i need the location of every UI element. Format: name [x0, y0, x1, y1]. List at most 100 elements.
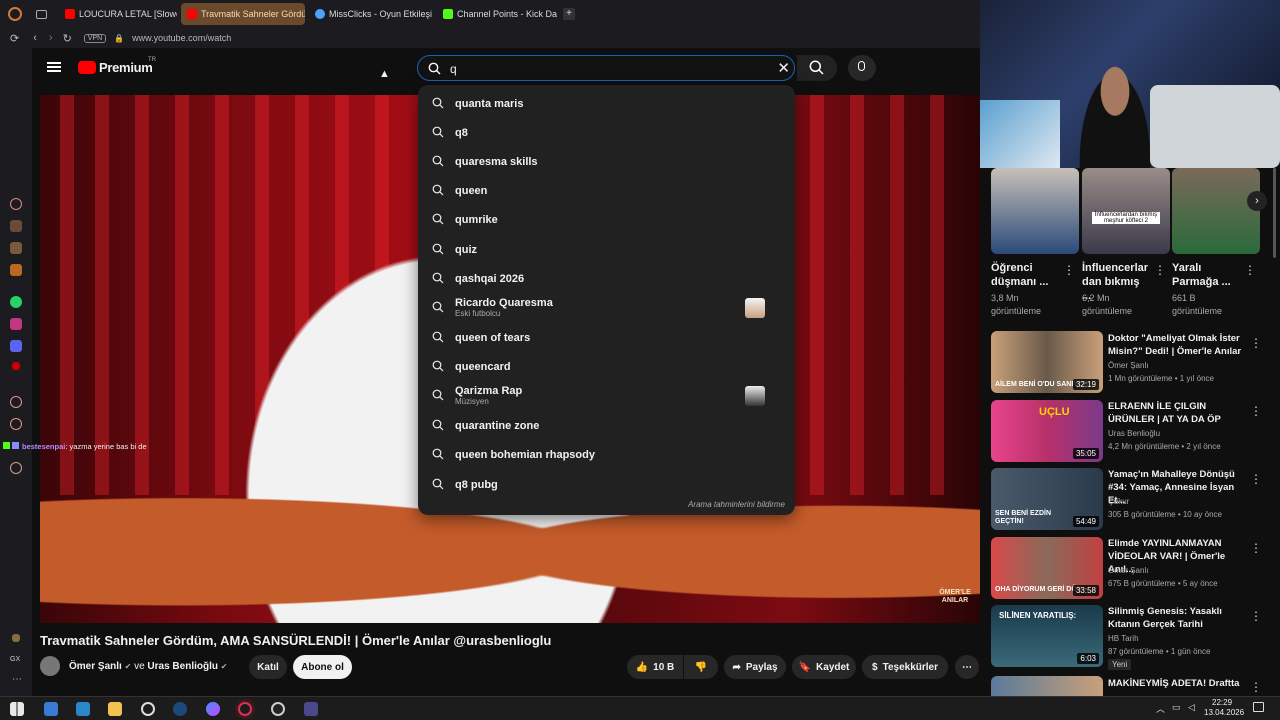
network-icon[interactable]: ▭	[1172, 702, 1181, 713]
video-menu-icon[interactable]: ⋮	[1250, 472, 1262, 486]
save-button[interactable]: 🔖 Kaydet	[792, 655, 856, 679]
suggestion-item[interactable]: quiz	[418, 235, 795, 264]
suggestion-item[interactable]: quarantine zone	[418, 411, 795, 440]
video-menu-icon[interactable]: ⋮	[1250, 541, 1262, 555]
channel-name[interactable]: Uras Benlioğlu	[1108, 429, 1160, 438]
suggestion-item[interactable]: Qarizma Rap Müzisyen	[418, 381, 795, 410]
speed-dial-icon[interactable]	[10, 198, 22, 210]
avatar[interactable]	[40, 656, 60, 676]
suggestion-item[interactable]: quanta maris	[418, 89, 795, 118]
tab-loucura[interactable]: LOUCURA LETAL [Slowed]	[59, 3, 177, 25]
scrollbar[interactable]	[1273, 168, 1276, 258]
shorts-next-button[interactable]: ›	[1247, 191, 1267, 211]
opera-gx-icon[interactable]	[238, 702, 252, 716]
reload-sidebar-icon[interactable]: ⟳	[10, 32, 19, 45]
channel-name[interactable]: Ömer Şanlı	[1108, 566, 1148, 575]
steam-icon[interactable]	[173, 702, 187, 716]
short-thumbnail[interactable]	[1172, 168, 1260, 254]
video-thumbnail[interactable]: AİLEM BENİ O'DU SANIYOR! 32:19	[991, 331, 1103, 393]
obs-icon[interactable]	[271, 702, 285, 716]
channel-link[interactable]: Ömer Şanlı	[69, 661, 122, 672]
more-icon[interactable]: ⋯	[12, 674, 22, 685]
video-thumbnail[interactable]: OHA DİYORUM GERİ DÖN 33:58	[991, 537, 1103, 599]
workspaces-icon[interactable]	[36, 9, 47, 19]
settings-icon[interactable]	[141, 702, 155, 716]
thanks-button[interactable]: $ Teşekkürler	[862, 655, 948, 679]
url-field[interactable]: www.youtube.com/watch	[132, 33, 231, 43]
suggestion-item[interactable]: q8	[418, 118, 795, 147]
video-thumbnail[interactable]: UÇLU 35:05	[991, 400, 1103, 462]
new-tab-button[interactable]: +	[563, 8, 575, 20]
clock-date[interactable]: 13.04.2026	[1204, 708, 1244, 717]
suggestion-item[interactable]: queen of tears	[418, 323, 795, 352]
chat-user[interactable]: bestesenpai	[22, 442, 65, 451]
suggestion-item[interactable]: quaresma skills	[418, 147, 795, 176]
youtube-logo-icon[interactable]	[78, 61, 96, 74]
video-thumbnail[interactable]: SİLİNEN YARATILIŞ: 6:03	[991, 605, 1103, 667]
gx-icon[interactable]: GX	[10, 656, 20, 663]
search-input[interactable]: q	[450, 62, 457, 76]
suggestion-item[interactable]: queen	[418, 176, 795, 205]
extensions-icon[interactable]	[12, 634, 20, 642]
video-title[interactable]: Silinmiş Genesis: Yasaklı Kıtanın Gerçek…	[1108, 605, 1244, 631]
discord-icon[interactable]	[10, 340, 22, 352]
mail-icon[interactable]	[76, 702, 90, 716]
join-button[interactable]: Katıl	[249, 655, 287, 679]
subscribe-button[interactable]: Abone ol	[293, 655, 352, 679]
short-title[interactable]: Yaralı Parmağa ...	[1172, 261, 1234, 289]
app-icon[interactable]	[44, 702, 58, 716]
search-box[interactable]: q ✕	[417, 55, 795, 81]
channel-name[interactable]: Çukur	[1108, 497, 1129, 506]
tab-channel-points[interactable]: Channel Points - Kick Das	[437, 3, 557, 25]
settings-icon[interactable]	[10, 462, 22, 474]
notes-icon[interactable]	[10, 242, 22, 254]
short-thumbnail[interactable]	[991, 168, 1079, 254]
short-title[interactable]: Öğrenci düşmanı ...	[991, 261, 1053, 289]
video-menu-icon[interactable]: ⋮	[1250, 680, 1262, 694]
file-explorer-icon[interactable]	[108, 702, 122, 716]
voice-search-button[interactable]	[848, 55, 876, 81]
video-menu-icon[interactable]: ⋮	[1250, 336, 1262, 350]
video-thumbnail[interactable]: SEN BENİ EZDİN GEÇTİN! 54:49	[991, 468, 1103, 530]
video-title[interactable]: MAKİNEYMİŞ ADETA! Draftta	[1108, 677, 1244, 690]
clear-search-icon[interactable]: ✕	[777, 59, 790, 77]
game-launcher-icon[interactable]	[304, 702, 318, 716]
channel-name[interactable]: Ömer Şanlı	[1108, 361, 1148, 370]
tray-chevron-icon[interactable]: ︿	[1156, 702, 1165, 715]
more-actions-button[interactable]: ⋯	[955, 655, 979, 679]
menu-icon[interactable]	[47, 62, 61, 72]
browser-logo-icon[interactable]	[8, 7, 22, 21]
player-icon[interactable]	[10, 396, 22, 408]
m-app-icon[interactable]	[10, 264, 22, 276]
ai-icon[interactable]	[10, 220, 22, 232]
forward-button[interactable]: ›	[49, 32, 53, 44]
suggestion-item[interactable]: Ricardo Quaresma Eski futbolcu	[418, 293, 795, 322]
share-button[interactable]: ➦ Paylaş	[724, 655, 786, 679]
suggestion-item[interactable]: queencard	[418, 352, 795, 381]
video-thumbnail[interactable]	[991, 676, 1103, 696]
notification-icon[interactable]	[1253, 702, 1264, 712]
report-predictions-link[interactable]: Arama tahminlerini bildirme	[688, 500, 785, 509]
volume-icon[interactable]: ◁	[1188, 702, 1195, 713]
vpn-badge[interactable]: VPN	[83, 33, 107, 43]
chat-app-icon[interactable]	[206, 702, 220, 716]
tab-missclicks[interactable]: MissClicks - Oyun Etkileşi	[309, 3, 433, 25]
reload-button[interactable]: ↻	[63, 32, 72, 45]
like-button[interactable]: 👍 10 B	[627, 655, 683, 679]
dislike-button[interactable]: 👎	[684, 655, 718, 679]
windows-start-icon[interactable]	[10, 702, 24, 716]
whatsapp-icon[interactable]	[10, 296, 22, 308]
premium-logo[interactable]: Premium	[99, 60, 153, 75]
short-menu-icon[interactable]: ⋮	[1244, 263, 1256, 277]
short-menu-icon[interactable]: ⋮	[1063, 263, 1075, 277]
tab-travmatik[interactable]: Travmatik Sahneler Gördü	[181, 3, 305, 25]
video-menu-icon[interactable]: ⋮	[1250, 609, 1262, 623]
suggestion-item[interactable]: queen bohemian rhapsody	[418, 440, 795, 469]
clock-time[interactable]: 22:29	[1212, 698, 1232, 707]
short-menu-icon[interactable]: ⋮	[1154, 263, 1166, 277]
suggestion-item[interactable]: qashqai 2026	[418, 264, 795, 293]
channel-name[interactable]: HB Tarih	[1108, 634, 1139, 643]
back-button[interactable]: ‹	[33, 32, 37, 44]
video-menu-icon[interactable]: ⋮	[1250, 404, 1262, 418]
video-title[interactable]: ELRAENN İLE ÇILGIN ÜRÜNLER | AT YA DA ÖP	[1108, 400, 1244, 426]
